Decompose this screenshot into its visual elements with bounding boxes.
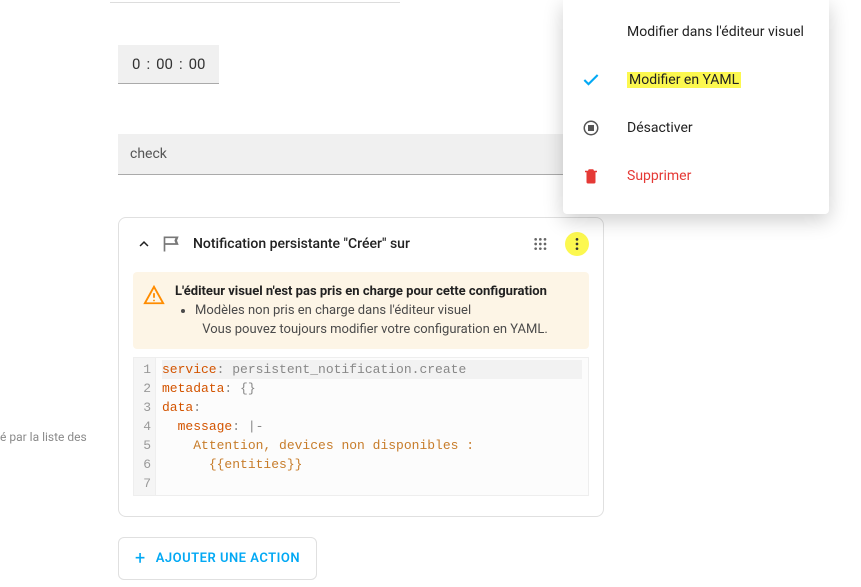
menu-edit-yaml[interactable]: Modifier en YAML [563,56,829,104]
menu-edit-yaml-label: Modifier en YAML [627,72,741,88]
notification-icon [161,233,183,255]
drag-handle[interactable] [527,232,551,256]
warning-box: L'éditeur visuel n'est pas pris en charg… [133,272,589,349]
code-body[interactable]: service: persistent_notification.createm… [156,358,588,495]
blank-icon [579,20,603,44]
context-label: é par la liste des [0,430,87,444]
plus-icon: + [135,548,146,569]
duration-sep: : [179,55,183,73]
line-gutter: 1234567 [134,358,156,495]
context-menu: Modifier dans l'éditeur visuel Modifier … [563,0,829,214]
warning-bullet: Modèles non pris en charge dans l'éditeu… [195,303,575,318]
collapse-toggle[interactable] [133,233,155,255]
duration-input[interactable]: 0 : 00 : 00 [118,45,219,84]
card-menu-button[interactable] [565,232,589,256]
duration-hours[interactable]: 0 [132,55,140,73]
menu-edit-visual-label: Modifier dans l'éditeur visuel [627,24,804,40]
add-action-button[interactable]: + AJOUTER UNE ACTION [118,537,317,580]
menu-disable-label: Désactiver [627,120,693,136]
menu-edit-visual[interactable]: Modifier dans l'éditeur visuel [563,8,829,56]
condition-input[interactable]: check [118,134,604,175]
card-title: Notification persistante "Créer" sur [193,236,410,252]
check-icon [579,68,603,92]
menu-delete-label: Supprimer [627,168,691,184]
yaml-editor[interactable]: 1234567 service: persistent_notification… [133,357,589,496]
add-action-label: AJOUTER UNE ACTION [156,551,300,566]
menu-disable[interactable]: Désactiver [563,104,829,152]
duration-minutes[interactable]: 00 [156,55,173,73]
trash-icon [579,164,603,188]
warning-title: L'éditeur visuel n'est pas pris en charg… [175,284,575,299]
warning-footer: Vous pouvez toujours modifier votre conf… [175,322,575,337]
duration-seconds[interactable]: 00 [189,55,206,73]
action-card: Notification persistante "Créer" sur L'é… [118,217,604,517]
stop-icon [579,116,603,140]
warning-icon [143,284,165,310]
duration-sep: : [146,55,150,73]
menu-delete[interactable]: Supprimer [563,152,829,200]
